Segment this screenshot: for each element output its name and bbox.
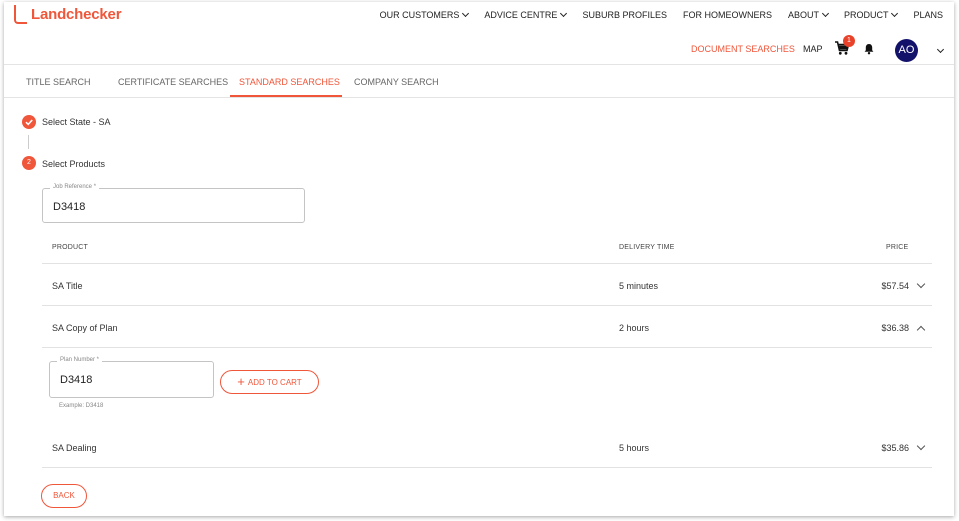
cart-count-badge: 1 bbox=[843, 35, 855, 47]
row-divider bbox=[42, 347, 932, 348]
nav-plans[interactable]: PLANS bbox=[913, 10, 943, 20]
logo-icon bbox=[14, 5, 27, 24]
chevron-down-icon bbox=[821, 9, 830, 18]
document-searches-link[interactable]: DOCUMENT SEARCHES bbox=[691, 44, 795, 54]
secondary-nav: DOCUMENT SEARCHES MAP 1 AO bbox=[4, 32, 954, 64]
chevron-down-icon[interactable] bbox=[916, 279, 926, 289]
step-connector bbox=[28, 135, 29, 149]
delivery-time: 5 hours bbox=[619, 443, 650, 453]
chevron-down-icon[interactable] bbox=[916, 441, 926, 451]
row-divider bbox=[42, 467, 932, 468]
chevron-down-icon bbox=[462, 9, 470, 18]
app-window: Landchecker OUR CUSTOMERS ADVICE CENTRE … bbox=[4, 2, 954, 516]
chevron-up-icon[interactable] bbox=[916, 325, 926, 335]
top-navbar: Landchecker OUR CUSTOMERS ADVICE CENTRE … bbox=[4, 2, 954, 30]
nav-advice-centre[interactable]: ADVICE CENTRE bbox=[484, 9, 568, 20]
row-divider bbox=[42, 305, 932, 306]
price: $36.38 bbox=[881, 323, 909, 333]
main-nav: OUR CUSTOMERS ADVICE CENTRE SUBURB PROFI… bbox=[364, 9, 943, 20]
row-divider bbox=[42, 263, 932, 264]
nav-suburb-profiles[interactable]: SUBURB PROFILES bbox=[582, 10, 667, 20]
map-link[interactable]: MAP bbox=[803, 44, 823, 54]
delivery-time: 5 minutes bbox=[619, 281, 659, 291]
plan-number-label: Plan Number * bbox=[57, 357, 103, 363]
step-complete-check-icon bbox=[22, 115, 36, 129]
plan-number-value: D3418 bbox=[60, 374, 93, 386]
search-tabs: TITLE SEARCH CERTIFICATE SEARCHES STANDA… bbox=[4, 65, 954, 98]
chevron-down-icon bbox=[891, 9, 899, 18]
add-to-cart-button[interactable]: + ADD TO CART bbox=[220, 370, 319, 394]
price: $35.86 bbox=[881, 443, 909, 453]
step-label-state: Select State - SA bbox=[42, 117, 111, 127]
product-name: SA Copy of Plan bbox=[52, 323, 118, 333]
logo-text: Landchecker bbox=[31, 6, 122, 23]
plus-icon: + bbox=[237, 374, 245, 389]
nav-our-customers[interactable]: OUR CUSTOMERS bbox=[380, 9, 470, 20]
bell-icon[interactable] bbox=[863, 43, 875, 55]
active-tab-indicator bbox=[230, 95, 342, 97]
step-label-products: Select Products bbox=[42, 159, 106, 169]
tab-title-search[interactable]: TITLE SEARCH bbox=[26, 77, 91, 87]
plan-number-helper-text: Example: D3418 bbox=[59, 403, 104, 409]
delivery-time: 2 hours bbox=[619, 323, 650, 333]
avatar[interactable]: AO bbox=[895, 39, 918, 62]
job-reference-label: Job Reference * bbox=[50, 184, 100, 190]
tab-certificate-searches[interactable]: CERTIFICATE SEARCHES bbox=[118, 77, 228, 87]
nav-product[interactable]: PRODUCT bbox=[844, 9, 899, 20]
price: $57.54 bbox=[881, 281, 909, 291]
step-number: 2 bbox=[22, 156, 36, 170]
back-button[interactable]: BACK bbox=[41, 484, 87, 508]
job-reference-value: D3418 bbox=[53, 201, 86, 213]
nav-for-homeowners[interactable]: FOR HOMEOWNERS bbox=[683, 10, 772, 20]
landchecker-logo[interactable]: Landchecker bbox=[14, 5, 122, 24]
product-name: SA Dealing bbox=[52, 443, 97, 453]
chevron-down-icon bbox=[560, 9, 568, 18]
header-price: PRICE bbox=[886, 244, 909, 251]
tab-standard-searches[interactable]: STANDARD SEARCHES bbox=[239, 77, 340, 87]
product-name: SA Title bbox=[52, 281, 83, 291]
header-product: PRODUCT bbox=[52, 244, 89, 251]
plan-number-field[interactable]: Plan Number * D3418 bbox=[49, 357, 214, 398]
nav-about[interactable]: ABOUT bbox=[788, 9, 830, 20]
chevron-down-icon[interactable] bbox=[936, 45, 945, 54]
tab-company-search[interactable]: COMPANY SEARCH bbox=[354, 77, 439, 87]
job-reference-field[interactable]: Job Reference * D3418 bbox=[42, 184, 305, 223]
header-delivery-time: DELIVERY TIME bbox=[619, 244, 675, 251]
